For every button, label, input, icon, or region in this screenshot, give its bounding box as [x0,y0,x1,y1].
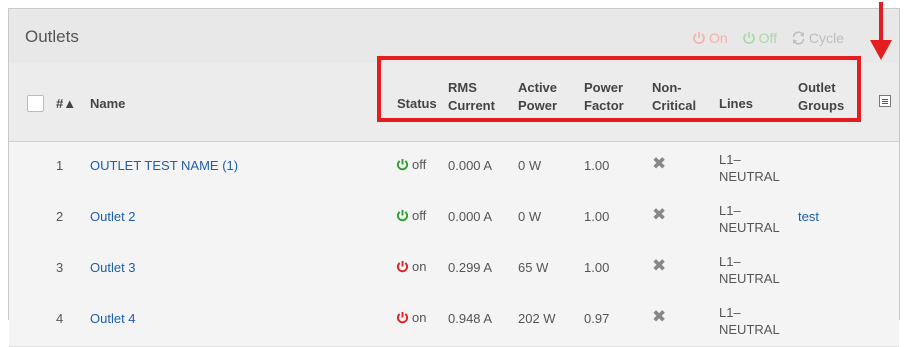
column-name[interactable]: Name [90,95,125,113]
outlet-status-text: on [412,259,427,274]
outlet-lines: L1– NEUTRAL [719,304,780,338]
outlet-status: off [396,157,426,172]
outlet-lines-line1: L1– [719,203,741,218]
outlet-name-link[interactable]: Outlet 3 [90,260,136,275]
column-lines[interactable]: Lines [719,95,753,113]
column-pf-line1: Power [584,80,624,95]
outlet-name-link[interactable]: OUTLET TEST NAME (1) [90,158,238,173]
outlet-number: 4 [56,311,64,326]
outlet-lines: L1– NEUTRAL [719,151,780,185]
outlet-lines-line1: L1– [719,305,741,320]
column-active-line1: Active [518,80,558,95]
cycle-icon [792,31,805,45]
outlet-status: off [396,208,426,223]
outlet-status-text: on [412,310,427,325]
outlet-power-factor: 1.00 [584,209,610,224]
outlet-power-factor: 1.00 [584,158,610,173]
outlet-power-factor: 1.00 [584,260,610,275]
outlet-name-link[interactable]: Outlet 4 [90,311,136,326]
power-icon [693,32,705,44]
outlet-rms-current: 0.299 A [448,260,493,275]
off-label: Off [758,30,777,46]
on-label: On [709,30,728,46]
power-icon [742,32,755,44]
cycle-button[interactable]: Cycle [791,30,844,46]
outlet-active-power: 65 W [518,260,549,275]
down-arrow-icon [870,2,892,60]
outlet-number: 3 [56,260,64,275]
outlet-number: 2 [56,209,64,224]
outlet-status: on [396,259,426,274]
column-num-sort[interactable]: #▲ [56,95,76,113]
power-icon [396,209,409,222]
outlet-status-text: off [412,157,427,172]
outlet-lines-line2: NEUTRAL [719,322,780,337]
outlet-name-link[interactable]: Outlet 2 [90,209,136,224]
outlet-group-link[interactable]: test [798,209,819,224]
column-groups-line2: Groups [798,98,845,113]
outlet-rms-current: 0.948 A [448,311,493,326]
column-pf-line2: Factor [584,98,624,113]
on-button[interactable]: On [692,30,728,46]
cycle-label: Cycle [808,30,844,46]
toolbar-actions: On Off Cycle [692,30,854,48]
panel-header: Outlets On Off Cycle [9,9,899,64]
column-groups-line1: Outlet [798,80,836,95]
column-rms-line1: RMS [448,80,477,95]
outlet-active-power: 0 W [518,209,542,224]
table-row[interactable]: 3 Outlet 3 on 0.299 A 65 W 1.00 ✖ L1– NEUTRAL [9,244,899,296]
outlet-lines: L1– NEUTRAL [719,253,780,287]
column-active-line2: Power [518,98,558,113]
power-icon [396,311,409,324]
column-power-factor[interactable]: Power Factor [584,79,624,115]
non-critical-x-icon: ✖ [652,205,667,224]
outlet-lines-line2: NEUTRAL [719,169,780,184]
outlet-active-power: 202 W [518,311,556,326]
outlet-status: on [396,310,426,325]
outlet-lines: L1– NEUTRAL [719,202,780,236]
outlets-panel: Outlets On Off Cycle #▲ Name Status RMS … [8,8,900,347]
column-rms-current[interactable]: RMS Current [448,79,495,115]
off-button[interactable]: Off [742,30,777,46]
table-row[interactable]: 4 Outlet 4 on 0.948 A 202 W 0.97 ✖ L1– NEUTRAL [9,295,899,347]
outlet-rms-current: 0.000 A [448,209,493,224]
outlet-lines-line1: L1– [719,152,741,167]
column-menu-icon[interactable] [879,95,891,107]
column-status[interactable]: Status [397,95,437,113]
column-non-critical[interactable]: Non- Critical [652,79,696,115]
panel-title: Outlets [25,27,79,46]
column-rms-line2: Current [448,98,495,113]
column-nc-line1: Non- [652,80,682,95]
table-row[interactable]: 1 OUTLET TEST NAME (1) off 0.000 A 0 W 1.00 ✖ L… [9,142,899,194]
outlet-status-text: off [412,208,427,223]
outlet-lines-line1: L1– [719,254,741,269]
outlet-number: 1 [56,158,64,173]
select-all-checkbox[interactable] [27,95,44,112]
outlet-power-factor: 0.97 [584,311,610,326]
non-critical-x-icon: ✖ [652,307,667,326]
outlet-lines-line2: NEUTRAL [719,271,780,286]
power-icon [396,260,409,273]
column-outlet-groups[interactable]: Outlet Groups [798,79,844,115]
table-row[interactable]: 2 Outlet 2 off 0.000 A 0 W 1.00 ✖ L1– NEUTRAL tes… [9,193,899,245]
column-active-power[interactable]: Active Power [518,79,557,115]
non-critical-x-icon: ✖ [652,256,667,275]
non-critical-x-icon: ✖ [652,154,667,173]
power-icon [396,158,409,171]
outlet-lines-line2: NEUTRAL [719,220,780,235]
outlet-active-power: 0 W [518,158,542,173]
column-nc-line2: Critical [652,98,697,113]
outlet-rms-current: 0.000 A [448,158,493,173]
